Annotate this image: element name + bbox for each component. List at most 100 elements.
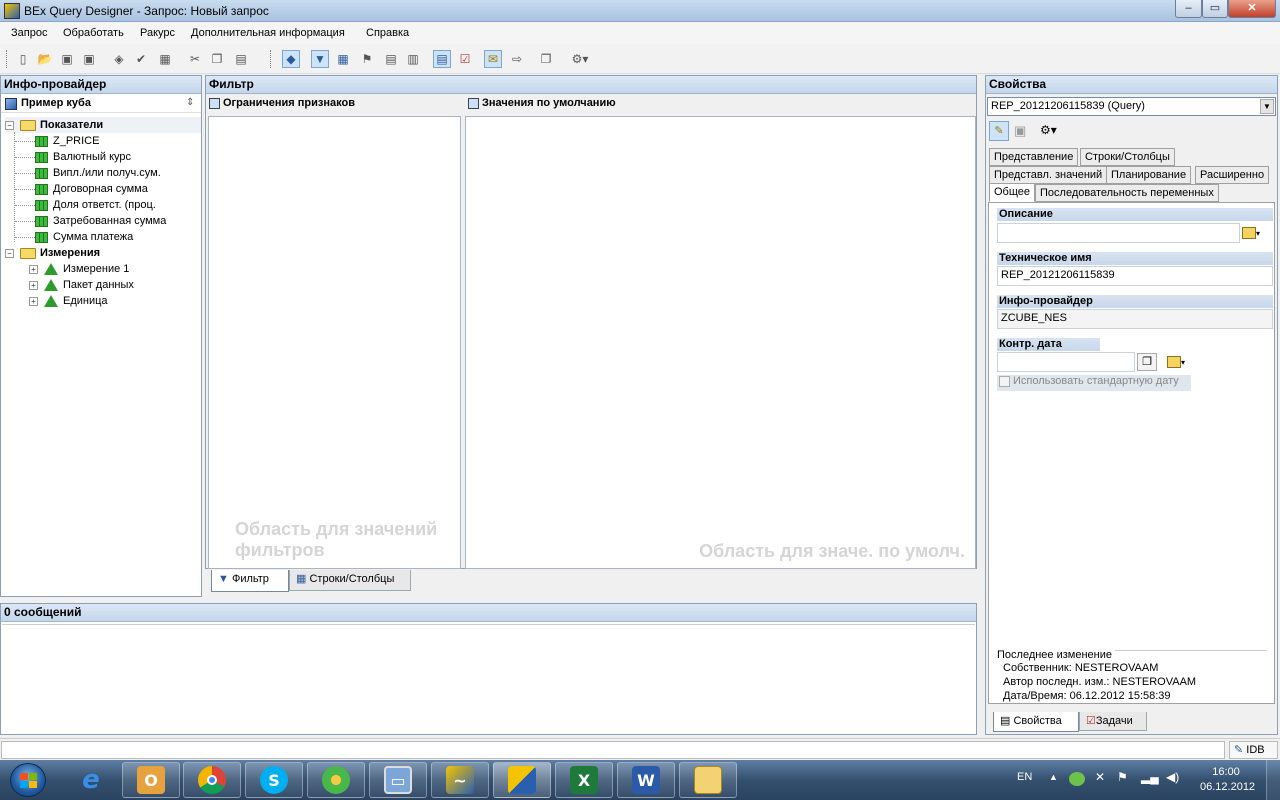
tree-item-key-figure[interactable]: Сумма платежа bbox=[15, 229, 133, 245]
save-icon[interactable]: ▣ bbox=[1014, 123, 1026, 139]
taskbar-ie[interactable]: e bbox=[62, 762, 120, 798]
open-folder-icon[interactable]: 📂 bbox=[36, 50, 54, 68]
use-default-date-checkbox-row[interactable]: Использовать стандартную дату bbox=[997, 375, 1191, 391]
menu-extras[interactable]: Дополнительная информация bbox=[191, 27, 345, 39]
network-error-icon[interactable]: ✕ bbox=[1095, 770, 1105, 784]
tab-planning[interactable]: Планирование bbox=[1106, 166, 1192, 184]
taskbar-sap-logon[interactable]: ~ bbox=[431, 762, 489, 798]
taskbar-word[interactable]: W bbox=[617, 762, 675, 798]
dropdown-arrow-icon[interactable]: ▼ bbox=[1260, 99, 1274, 114]
tab-rows-columns[interactable]: ▦ Строки/Столбцы bbox=[289, 570, 411, 591]
expand-icon[interactable]: + bbox=[29, 296, 38, 306]
messages-header: 0 сообщений bbox=[1, 604, 976, 622]
minimize-button[interactable]: – bbox=[1175, 0, 1202, 18]
show-desktop-button[interactable] bbox=[1266, 760, 1280, 800]
object-selector[interactable]: REP_20121206115839 (Query) ▼ bbox=[987, 97, 1276, 116]
expand-icon[interactable]: + bbox=[29, 280, 38, 290]
tab-filter[interactable]: ▼ Фильтр bbox=[211, 570, 289, 592]
taskbar-excel[interactable]: X bbox=[555, 762, 613, 798]
tree-item-dimension[interactable]: + Единица bbox=[29, 293, 108, 309]
tree-item-key-figure[interactable]: Доля ответст. (проц. bbox=[15, 197, 156, 213]
taskbar-icq[interactable] bbox=[307, 762, 365, 798]
maximize-button[interactable]: ▭ bbox=[1202, 0, 1228, 18]
documents-icon[interactable]: ❐ bbox=[537, 50, 555, 68]
save-icon[interactable]: ▣ bbox=[58, 50, 76, 68]
variable-dropdown-icon[interactable]: ▾ bbox=[1167, 354, 1191, 370]
tree-item-key-figure[interactable]: Валютный курс bbox=[15, 149, 131, 165]
tray-flag-icon[interactable]: ⚑ bbox=[1117, 770, 1128, 784]
tree-item-key-figure[interactable]: Договорная сумма bbox=[15, 181, 148, 197]
taskbar-folder[interactable] bbox=[679, 762, 737, 798]
tab-general[interactable]: Общее bbox=[989, 183, 1036, 202]
tree-item-dimension[interactable]: + Измерение 1 bbox=[29, 261, 129, 277]
new-query-icon[interactable]: ▯ bbox=[14, 50, 32, 68]
tree-item-key-figure[interactable]: Затребованная сумма bbox=[15, 213, 166, 229]
defaults-drop-area[interactable]: Область для значе. по умолч. bbox=[465, 116, 976, 569]
system-indicator[interactable]: ✎ IDB bbox=[1229, 741, 1278, 759]
signal-icon[interactable]: ▂▄ bbox=[1141, 770, 1159, 784]
infoprovider-view-icon[interactable]: ◆ bbox=[282, 50, 300, 68]
taskbar-remote-desktop[interactable]: ▭ bbox=[369, 762, 427, 798]
tray-app-icon[interactable] bbox=[1069, 772, 1085, 786]
properties-view-icon[interactable]: ▤ bbox=[433, 50, 451, 68]
filter-view-icon[interactable]: ▼ bbox=[311, 50, 329, 68]
conditions-icon[interactable]: ▤ bbox=[382, 50, 400, 68]
messages-view-icon[interactable]: ✉ bbox=[484, 50, 502, 68]
start-button[interactable] bbox=[10, 763, 46, 797]
tab-rows-columns[interactable]: Строки/Столбцы bbox=[1080, 148, 1175, 166]
checkbox-icon[interactable] bbox=[999, 375, 1010, 387]
properties-panel: Свойства REP_20121206115839 (Query) ▼ ✎ … bbox=[985, 75, 1278, 735]
last-change-box: Последнее изменение Собственник: NESTERO… bbox=[988, 649, 1275, 704]
cells-icon[interactable]: ⚑ bbox=[358, 50, 376, 68]
execute-icon[interactable]: ▦ bbox=[156, 50, 174, 68]
tools-dropdown-icon[interactable]: ⚙▾ bbox=[1040, 123, 1057, 137]
collapse-icon[interactable]: − bbox=[5, 248, 14, 258]
cut-icon[interactable]: ✂ bbox=[186, 50, 204, 68]
taskbar-bex-designer[interactable] bbox=[493, 762, 551, 798]
save-all-icon[interactable]: ▣ bbox=[80, 50, 98, 68]
translation-dropdown-icon[interactable]: ▾ bbox=[1242, 224, 1266, 242]
key-date-input[interactable] bbox=[997, 352, 1135, 372]
cube-row[interactable]: Пример куба ⇕ bbox=[1, 95, 201, 113]
restrictions-drop-area[interactable]: Область для значений фильтров bbox=[208, 116, 461, 569]
volume-icon[interactable]: ◀) bbox=[1166, 770, 1179, 784]
tree-item-key-figure[interactable]: Z_PRICE bbox=[15, 133, 99, 149]
description-input[interactable] bbox=[997, 223, 1240, 243]
sort-arrows-icon[interactable]: ⇕ bbox=[186, 97, 194, 108]
tree-folder-key-figures[interactable]: − Показатели bbox=[5, 117, 201, 133]
paste-icon[interactable]: ▤ bbox=[232, 50, 250, 68]
where-used-icon[interactable]: ⇨ bbox=[508, 50, 526, 68]
taskbar-skype[interactable]: S bbox=[245, 762, 303, 798]
tab-value-display[interactable]: Представл. значений bbox=[989, 166, 1108, 184]
edit-pencil-icon[interactable]: ✎ bbox=[989, 121, 1009, 141]
expand-icon[interactable]: + bbox=[29, 264, 38, 274]
publish-icon[interactable]: ◈ bbox=[110, 50, 128, 68]
menu-help[interactable]: Справка bbox=[366, 27, 409, 39]
tab-presentation[interactable]: Представление bbox=[989, 148, 1079, 166]
taskbar-outlook[interactable]: O bbox=[122, 762, 180, 798]
collapse-icon[interactable]: − bbox=[5, 120, 14, 130]
menu-view[interactable]: Ракурс bbox=[140, 27, 175, 39]
tree-folder-dimensions[interactable]: − Измерения bbox=[5, 245, 100, 261]
close-button[interactable]: ✕ bbox=[1228, 0, 1276, 18]
technical-name-input[interactable]: REP_20121206115839 bbox=[997, 266, 1273, 286]
clock[interactable]: 16:00 06.12.2012 bbox=[1200, 765, 1255, 795]
rows-columns-icon[interactable]: ▦ bbox=[334, 50, 352, 68]
tasks-view-icon[interactable]: ☑ bbox=[456, 50, 474, 68]
tab-properties[interactable]: ▤ Свойства bbox=[993, 712, 1079, 732]
tree-item-dimension[interactable]: + Пакет данных bbox=[29, 277, 134, 293]
show-hidden-icons-icon[interactable]: ▲ bbox=[1049, 772, 1058, 782]
taskbar-chrome[interactable] bbox=[183, 762, 241, 798]
tree-item-key-figure[interactable]: Випл./или получ.сум. bbox=[15, 165, 161, 181]
tools-dropdown-icon[interactable]: ⚙▾ bbox=[566, 50, 594, 68]
calendar-icon[interactable]: ❐ bbox=[1137, 353, 1157, 371]
copy-icon[interactable]: ❐ bbox=[208, 50, 226, 68]
check-query-icon[interactable]: ✔ bbox=[132, 50, 150, 68]
exceptions-icon[interactable]: ▥ bbox=[404, 50, 422, 68]
menu-query[interactable]: Запрос bbox=[11, 27, 47, 39]
menu-edit[interactable]: Обработать bbox=[63, 27, 124, 39]
tab-variable-sequence[interactable]: Последовательность переменных bbox=[1035, 184, 1219, 202]
language-indicator[interactable]: EN bbox=[1017, 771, 1032, 783]
tab-advanced[interactable]: Расширенно bbox=[1195, 166, 1270, 184]
tab-tasks[interactable]: ☑Задачи bbox=[1079, 712, 1147, 731]
